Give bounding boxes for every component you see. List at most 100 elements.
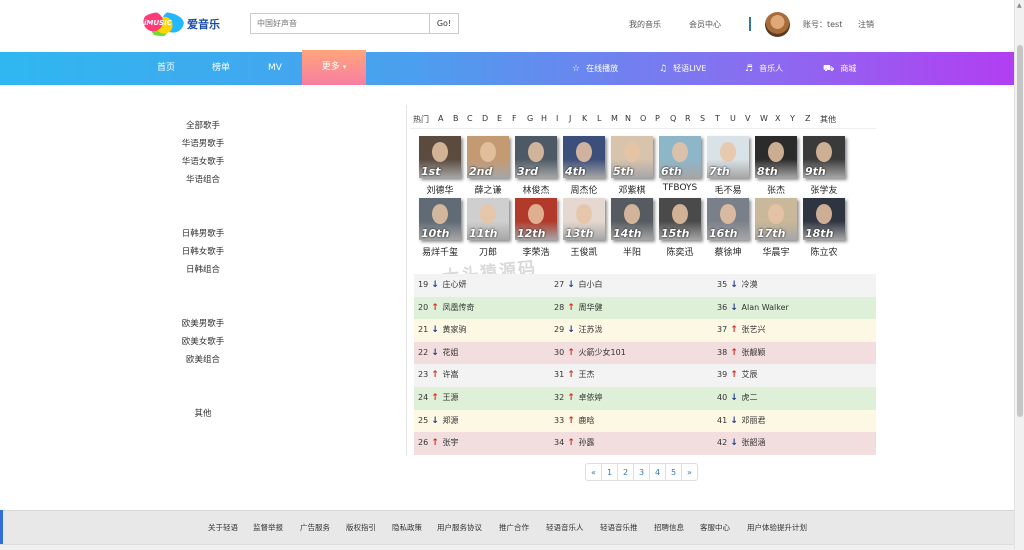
artist-photo[interactable]: 16th	[707, 198, 749, 240]
site-logo[interactable]: iMUSIC 爱音乐	[140, 12, 220, 36]
scrollbar-thumb[interactable]	[1017, 45, 1023, 417]
letter-filter-w[interactable]: W	[760, 114, 768, 123]
letter-filter-r[interactable]: R	[685, 114, 691, 123]
singer-name[interactable]: 庄心妍	[440, 280, 467, 289]
search-input[interactable]	[250, 13, 429, 34]
nav-online-play[interactable]: ☆ 在线播放	[572, 52, 618, 85]
artist-photo[interactable]: 7th	[707, 136, 749, 178]
letter-filter-c[interactable]: C	[467, 114, 473, 123]
artist-photo[interactable]: 4th	[563, 136, 605, 178]
singer-name[interactable]: 孙露	[576, 438, 595, 447]
ranking-entry[interactable]: 42 ↓ 张韶涵	[717, 432, 766, 455]
footer-link[interactable]: 轻语音乐推	[600, 522, 638, 533]
category-eu-group[interactable]: 欧美组合	[140, 353, 266, 365]
letter-filter-s[interactable]: S	[700, 114, 705, 123]
artist-card[interactable]: 9th 张学友	[803, 136, 845, 196]
artist-card[interactable]: 15th 陈奕迅	[659, 198, 701, 258]
artist-photo[interactable]: 14th	[611, 198, 653, 240]
category-all[interactable]: 全部歌手	[140, 119, 266, 131]
letter-filter-g[interactable]: G	[527, 114, 533, 123]
singer-name[interactable]: 张艺兴	[739, 325, 766, 334]
letter-filter-t[interactable]: T	[715, 114, 720, 123]
artist-card[interactable]: 18th 陈立农	[803, 198, 845, 258]
singer-name[interactable]: 周华健	[576, 303, 603, 312]
letter-filter-h[interactable]: H	[541, 114, 547, 123]
page-2[interactable]: 2	[617, 463, 634, 481]
ranking-entry[interactable]: 29 ↓ 汪苏泷	[554, 319, 603, 342]
ranking-entry[interactable]: 28 ↑ 周华健	[554, 297, 603, 320]
singer-name[interactable]: 鹿晗	[576, 416, 595, 425]
artist-card[interactable]: 12th 李荣浩	[515, 198, 557, 258]
artist-card[interactable]: 10th 易烊千玺	[419, 198, 461, 258]
letter-filter-other[interactable]: 其他	[820, 114, 836, 125]
footer-link[interactable]: 推广合作	[499, 522, 529, 533]
artist-card[interactable]: 5th 邓紫棋	[611, 136, 653, 196]
artist-photo[interactable]: 9th	[803, 136, 845, 178]
letter-filter-b[interactable]: B	[453, 114, 459, 123]
singer-name[interactable]: 许嵩	[440, 370, 459, 379]
ranking-entry[interactable]: 37 ↑ 张艺兴	[717, 319, 766, 342]
ranking-entry[interactable]: 39 ↑ 艾辰	[717, 364, 758, 387]
nav-live[interactable]: ♫ 轻语LIVE	[659, 52, 706, 85]
artist-card[interactable]: 4th 周杰伦	[563, 136, 605, 196]
page-3[interactable]: 3	[633, 463, 650, 481]
nav-mv[interactable]: MV	[268, 52, 282, 85]
artist-photo[interactable]: 3rd	[515, 136, 557, 178]
singer-name[interactable]: 虎二	[739, 393, 758, 402]
artist-card[interactable]: 16th 蔡徐坤	[707, 198, 749, 258]
category-jk-male[interactable]: 日韩男歌手	[140, 227, 266, 239]
nav-more[interactable]: 更多 ▾	[302, 50, 366, 85]
singer-name[interactable]: 王杰	[576, 370, 595, 379]
ranking-entry[interactable]: 26 ↑ 张宇	[418, 432, 459, 455]
ranking-entry[interactable]: 31 ↑ 王杰	[554, 364, 595, 387]
ranking-entry[interactable]: 27 ↓ 白小白	[554, 274, 603, 297]
artist-card[interactable]: 7th 毛不易	[707, 136, 749, 196]
singer-name[interactable]: 花姐	[440, 348, 459, 357]
artist-card[interactable]: 14th 半阳	[611, 198, 653, 258]
artist-photo[interactable]: 12th	[515, 198, 557, 240]
artist-photo[interactable]: 11th	[467, 198, 509, 240]
ranking-entry[interactable]: 22 ↓ 花姐	[418, 342, 459, 365]
page-1[interactable]: 1	[601, 463, 618, 481]
singer-name[interactable]: Alan Walker	[739, 303, 789, 312]
page-5[interactable]: 5	[665, 463, 682, 481]
footer-link[interactable]: 招聘信息	[654, 522, 684, 533]
artist-photo[interactable]: 2nd	[467, 136, 509, 178]
letter-filter-k[interactable]: K	[582, 114, 587, 123]
artist-card[interactable]: 3rd 林俊杰	[515, 136, 557, 196]
category-cn-male[interactable]: 华语男歌手	[140, 137, 266, 149]
category-cn-female[interactable]: 华语女歌手	[140, 155, 266, 167]
artist-photo[interactable]: 10th	[419, 198, 461, 240]
nav-charts[interactable]: 榜单	[212, 52, 230, 85]
artist-name[interactable]: 张学友	[793, 183, 855, 196]
letter-filter-q[interactable]: Q	[670, 114, 676, 123]
page-next[interactable]: »	[681, 463, 698, 481]
letter-filter-m[interactable]: M	[611, 114, 618, 123]
letter-filter-j[interactable]: J	[569, 114, 571, 123]
category-eu-male[interactable]: 欧美男歌手	[140, 317, 266, 329]
ranking-entry[interactable]: 36 ↓ Alan Walker	[717, 297, 789, 320]
category-cn-group[interactable]: 华语组合	[140, 173, 266, 185]
ranking-entry[interactable]: 40 ↓ 虎二	[717, 387, 758, 410]
artist-card[interactable]: 2nd 薛之谦	[467, 136, 509, 196]
category-eu-female[interactable]: 欧美女歌手	[140, 335, 266, 347]
singer-name[interactable]: 冷漠	[739, 280, 758, 289]
letter-filter-y[interactable]: Y	[790, 114, 795, 123]
letter-filter-z[interactable]: Z	[805, 114, 810, 123]
ranking-entry[interactable]: 35 ↓ 冷漠	[717, 274, 758, 297]
page-prev[interactable]: «	[585, 463, 602, 481]
footer-link[interactable]: 版权指引	[346, 522, 376, 533]
letter-filter-o[interactable]: O	[640, 114, 646, 123]
artist-photo[interactable]: 6th	[659, 136, 701, 178]
letter-filter-i[interactable]: I	[556, 114, 558, 123]
ranking-entry[interactable]: 34 ↑ 孙露	[554, 432, 595, 455]
singer-name[interactable]: 艾辰	[739, 370, 758, 379]
artist-photo[interactable]: 15th	[659, 198, 701, 240]
nav-musician[interactable]: ♬ 音乐人	[745, 52, 783, 85]
footer-link[interactable]: 关于轻语	[208, 522, 238, 533]
category-jk-female[interactable]: 日韩女歌手	[140, 245, 266, 257]
artist-card[interactable]: 1st 刘德华	[419, 136, 461, 196]
letter-filter-d[interactable]: D	[482, 114, 488, 123]
singer-name[interactable]: 郑源	[440, 416, 459, 425]
member-center-link[interactable]: 会员中心	[689, 19, 721, 30]
